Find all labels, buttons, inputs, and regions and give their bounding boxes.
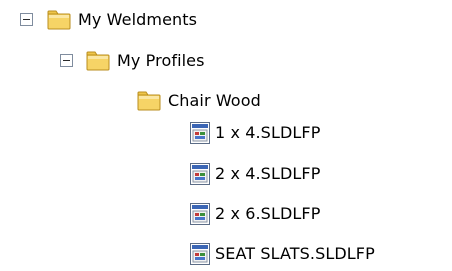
- sldlfp-file-icon: [190, 163, 210, 185]
- sldlfp-file-icon: [190, 122, 210, 144]
- tree-node-label: My Profiles: [117, 51, 205, 70]
- tree-node-my-weldments[interactable]: My Weldments: [0, 6, 452, 34]
- tree-node-file-1x4[interactable]: 1 x 4.SLDLFP: [0, 119, 452, 147]
- tree-node-label: 2 x 4.SLDLFP: [215, 164, 321, 183]
- tree-node-chair-wood[interactable]: Chair Wood: [0, 87, 452, 115]
- collapse-expander-icon[interactable]: [20, 13, 33, 26]
- tree-node-label: 2 x 6.SLDLFP: [215, 204, 321, 223]
- tree-node-my-profiles[interactable]: My Profiles: [0, 47, 452, 75]
- sldlfp-file-icon: [190, 243, 210, 265]
- tree-node-file-2x6[interactable]: 2 x 6.SLDLFP: [0, 200, 452, 228]
- tree-node-file-seat-slats[interactable]: SEAT SLATS.SLDLFP: [0, 240, 452, 268]
- folder-icon: [137, 91, 161, 111]
- collapse-expander-icon[interactable]: [60, 54, 73, 67]
- folder-icon: [47, 10, 71, 30]
- tree-node-label: My Weldments: [78, 10, 198, 29]
- tree-node-label: 1 x 4.SLDLFP: [215, 123, 321, 142]
- folder-icon: [86, 51, 110, 71]
- tree-node-label: SEAT SLATS.SLDLFP: [215, 244, 375, 263]
- sldlfp-file-icon: [190, 203, 210, 225]
- tree-node-file-2x4[interactable]: 2 x 4.SLDLFP: [0, 160, 452, 188]
- folder-tree: My Weldments My Profiles Chair Wood 1 x: [0, 0, 452, 271]
- tree-node-label: Chair Wood: [168, 91, 261, 110]
